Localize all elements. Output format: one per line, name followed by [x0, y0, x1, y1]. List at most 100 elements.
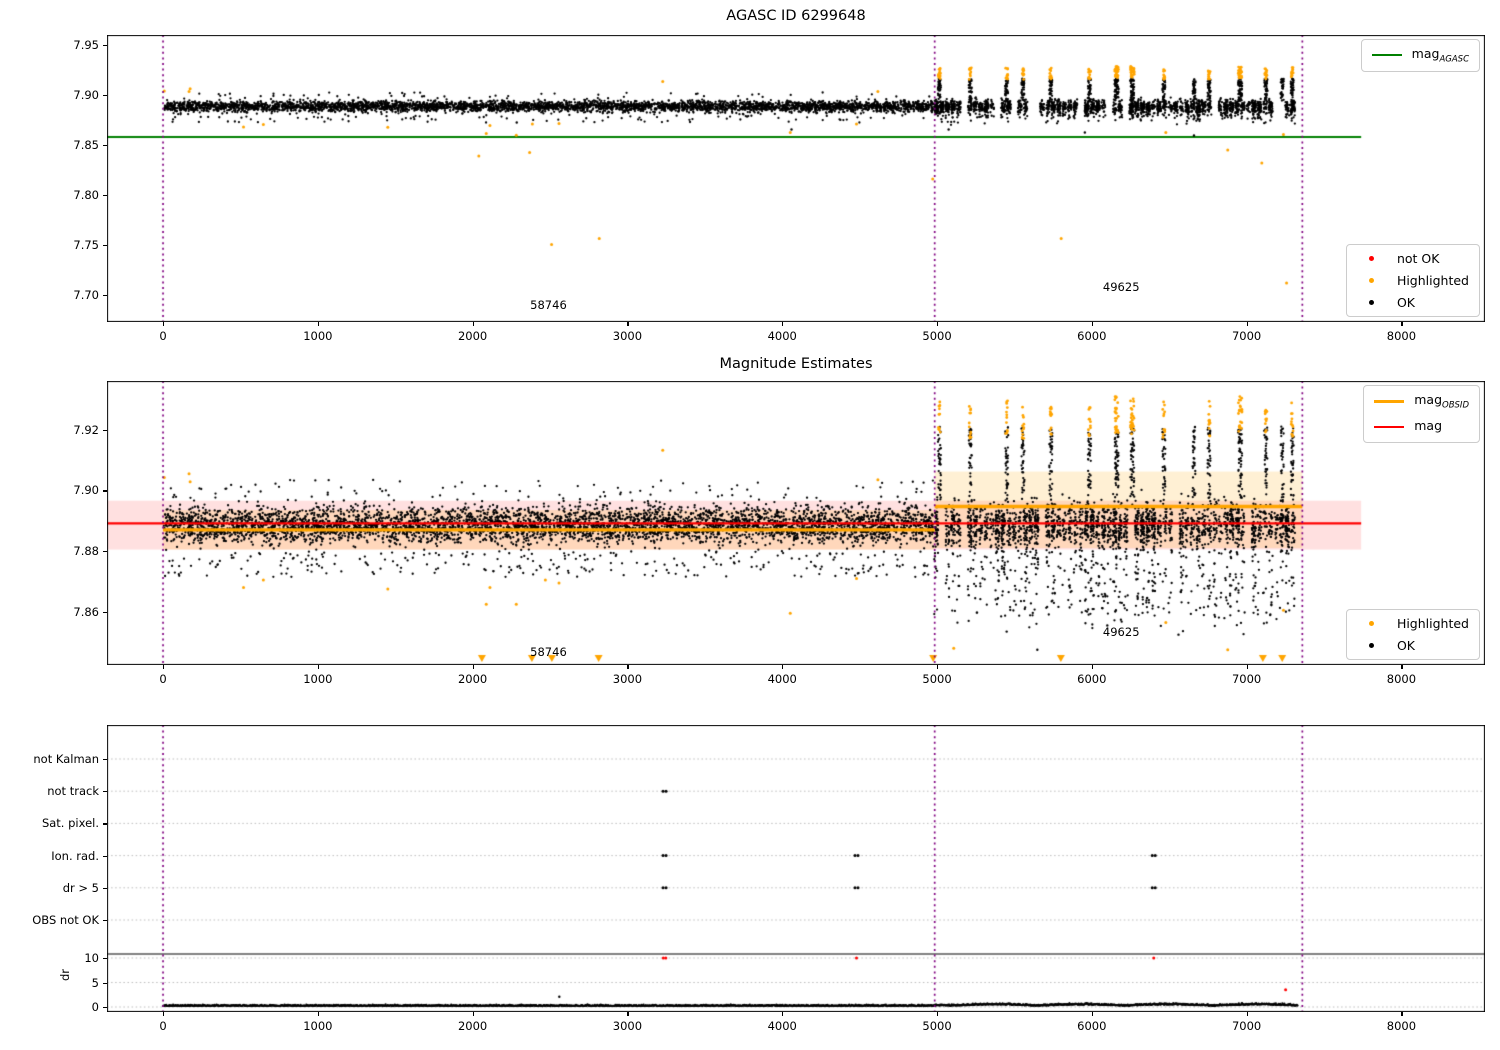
x-tick-label: 1000 [303, 1019, 333, 1033]
x-tick-label: 0 [159, 672, 167, 686]
x-tick-label: 7000 [1231, 329, 1262, 343]
x-tick-mark [782, 322, 784, 326]
legend-item-ok: OK [1357, 638, 1469, 653]
legend-item-mag-obsid: magOBSID [1374, 392, 1469, 411]
plot-mag-agasc: magAGASC not OK Highlighted OK [107, 35, 1485, 322]
x-tick-mark [472, 322, 474, 326]
x-tick-mark [782, 1012, 784, 1016]
plot-annotation: 49625 [1102, 624, 1140, 639]
x-tick-label: 8000 [1386, 329, 1417, 343]
legend-label: Highlighted [1396, 616, 1469, 631]
y-tick-mark [103, 920, 107, 922]
x-tick-mark [163, 665, 165, 669]
x-tick-mark [1401, 665, 1403, 669]
line-sample [1371, 54, 1402, 57]
line-sample [1374, 399, 1405, 403]
y-tick-mark [103, 611, 107, 614]
x-tick-mark [627, 322, 629, 326]
x-tick-label: 2000 [457, 329, 488, 343]
x-tick-label: 8000 [1386, 672, 1417, 686]
x-tick-mark [163, 1012, 165, 1016]
y-tick-mark [103, 490, 107, 492]
flags-dr-canvas [107, 725, 1485, 1012]
x-tick-mark [1246, 665, 1248, 669]
x-tick-label: 5000 [922, 1019, 952, 1033]
y-tick-mark [103, 429, 107, 431]
x-tick-label: 7000 [1231, 1019, 1262, 1033]
y-tick-mark [103, 958, 107, 960]
legend-label: OK [1396, 638, 1415, 653]
figure: AGASC ID 6299648 Magnitude Estimates mag… [0, 0, 1500, 1050]
legend-markers-middle: Highlighted OK [1345, 609, 1480, 660]
x-tick-label: 0 [159, 329, 167, 343]
x-tick-label: 6000 [1077, 329, 1107, 343]
x-tick-mark [1091, 1012, 1093, 1016]
y-tick-label: 7.92 [73, 422, 99, 437]
legend-item-highlighted: Highlighted [1357, 616, 1469, 631]
x-tick-label: 4000 [767, 672, 797, 686]
y-tick-mark [103, 295, 107, 297]
legend-label: magAGASC [1411, 46, 1469, 65]
legend-label: OK [1396, 295, 1415, 310]
x-tick-label: 3000 [612, 1019, 643, 1033]
flag-row-label: Sat. pixel. [41, 816, 99, 831]
line-sample [1374, 425, 1405, 428]
x-tick-label: 1000 [303, 672, 333, 686]
legend-mag-lines: magOBSID mag [1363, 385, 1480, 443]
x-tick-mark [472, 1012, 474, 1016]
legend-mag-agasc: magAGASC [1360, 39, 1480, 72]
x-tick-label: 8000 [1386, 1019, 1417, 1033]
x-tick-label: 3000 [612, 672, 643, 686]
y-tick-mark [103, 45, 107, 47]
y-tick-mark [103, 245, 107, 247]
x-tick-mark [937, 665, 939, 669]
x-tick-label: 6000 [1077, 1019, 1107, 1033]
x-tick-label: 5000 [922, 329, 952, 343]
x-tick-mark [1091, 665, 1093, 669]
x-tick-mark [782, 665, 784, 669]
legend-label: magOBSID [1414, 392, 1469, 411]
y-tick-mark [103, 195, 107, 197]
y-tick-mark [103, 145, 107, 147]
x-tick-mark [937, 322, 939, 326]
x-tick-label: 4000 [767, 329, 797, 343]
dr-tick-label: 10 [84, 951, 99, 965]
x-tick-mark [472, 665, 474, 669]
y-tick-label: 7.95 [73, 38, 99, 52]
y-tick-label: 7.75 [73, 238, 99, 252]
y-tick-label: 7.85 [73, 138, 99, 152]
dr-tick-label: 0 [91, 1000, 99, 1014]
legend-item-not-ok: not OK [1357, 251, 1469, 266]
x-tick-mark [1246, 1012, 1248, 1016]
dot-sample [1357, 256, 1387, 261]
x-tick-mark [1246, 322, 1248, 326]
x-tick-mark [1401, 322, 1403, 326]
dr-tick-label: 5 [91, 975, 99, 990]
x-tick-mark [317, 665, 320, 669]
x-tick-mark [627, 665, 629, 669]
y-tick-mark [103, 823, 107, 825]
dot-sample [1357, 643, 1387, 648]
magnitude-estimates-canvas [107, 381, 1485, 665]
plot-annotation: 49625 [1102, 280, 1140, 294]
y-tick-mark [103, 791, 107, 793]
y-tick-label: 7.70 [73, 288, 99, 302]
x-tick-mark [317, 322, 320, 326]
plot-magnitude-estimates: magOBSID mag Highlighted OK [107, 381, 1485, 665]
x-tick-label: 4000 [767, 1019, 797, 1033]
x-tick-label: 7000 [1231, 672, 1262, 686]
x-tick-mark [317, 1012, 320, 1016]
mag-agasc-canvas [107, 35, 1485, 322]
dot-sample [1357, 278, 1387, 283]
x-tick-mark [1401, 1012, 1403, 1016]
plot-flags-dr [107, 725, 1485, 1012]
y-tick-mark [103, 1007, 107, 1009]
y-tick-label: 7.90 [73, 483, 99, 498]
y-tick-mark [103, 759, 107, 761]
dot-sample [1357, 300, 1387, 305]
flag-row-label: Ion. rad. [51, 848, 99, 863]
flag-row-label: not Kalman [33, 752, 99, 766]
x-tick-label: 6000 [1077, 672, 1107, 686]
x-tick-label: 2000 [457, 672, 488, 686]
legend-item-highlighted: Highlighted [1357, 273, 1469, 288]
